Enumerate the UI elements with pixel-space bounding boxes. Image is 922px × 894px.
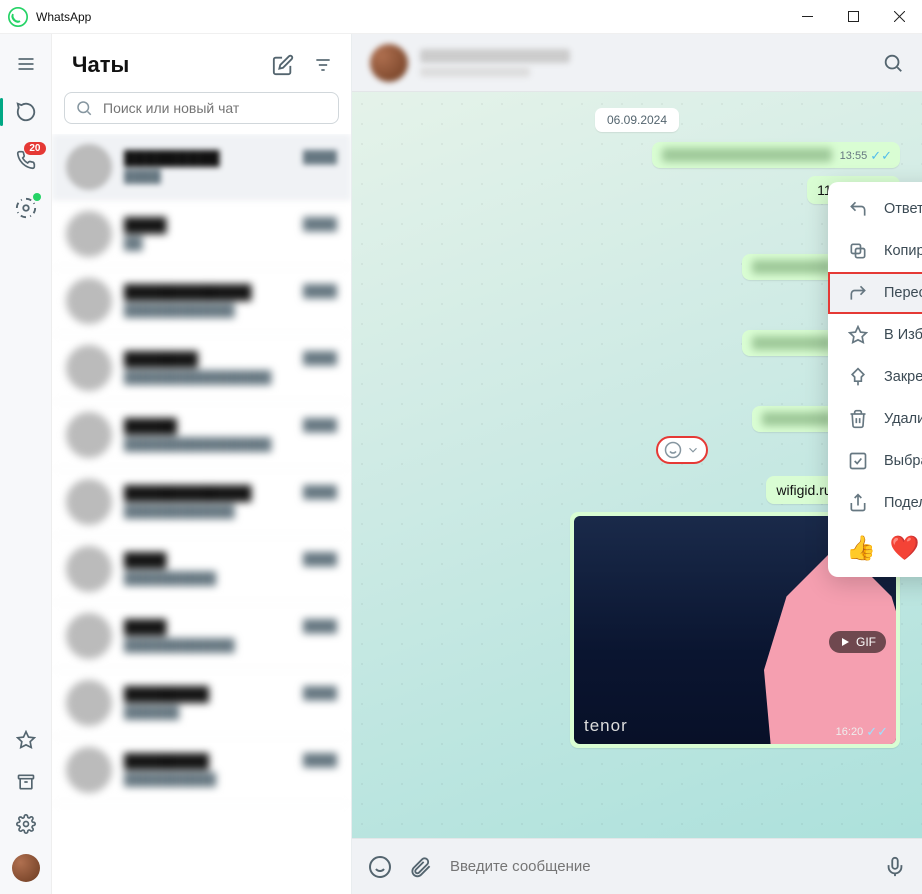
calls-tab-icon[interactable]: 20	[14, 148, 38, 172]
chat-item[interactable]: ████████████████████	[52, 603, 351, 670]
app-title: WhatsApp	[36, 10, 91, 24]
chat-item[interactable]: █████████████████████████	[52, 402, 351, 469]
reaction-heart[interactable]: ❤️	[890, 534, 920, 563]
share-icon	[848, 493, 868, 513]
search-box[interactable]	[64, 92, 339, 124]
reaction-bar: 👍 ❤️ 😂 😮 😢 🙏 ＋	[828, 524, 922, 571]
composer	[352, 838, 922, 894]
window-maximize-button[interactable]	[830, 0, 876, 34]
read-ticks-icon: ✓✓	[870, 149, 892, 162]
message-context-menu: Ответить Копировать Переслать В Избранны…	[828, 182, 922, 577]
menu-item-forward[interactable]: Переслать	[828, 272, 922, 314]
titlebar: WhatsApp	[0, 0, 922, 34]
menu-item-delete[interactable]: Удалить у меня	[828, 398, 922, 440]
menu-item-reply[interactable]: Ответить	[828, 188, 922, 230]
date-pill: 06.09.2024	[595, 108, 679, 132]
menu-item-copy[interactable]: Копировать	[828, 230, 922, 272]
star-icon	[848, 325, 868, 345]
menu-icon[interactable]	[14, 52, 38, 76]
reply-icon	[848, 199, 868, 219]
read-ticks-icon: ✓✓	[866, 725, 888, 738]
search-icon	[75, 99, 93, 117]
chat-header	[352, 34, 922, 92]
menu-item-share[interactable]: Поделиться	[828, 482, 922, 524]
chat-header-info[interactable]	[420, 49, 870, 77]
gif-source-label: tenor	[584, 716, 628, 736]
mic-icon[interactable]	[884, 856, 906, 878]
reaction-thumbsup[interactable]: 👍	[846, 534, 876, 563]
chat-view: 06.09.2024 13:55✓✓ 1117:14✓✓ 15:17✓✓ 13:…	[352, 34, 922, 894]
window-minimize-button[interactable]	[784, 0, 830, 34]
settings-icon[interactable]	[14, 812, 38, 836]
menu-item-pin[interactable]: Закрепить	[828, 356, 922, 398]
filter-icon[interactable]	[311, 53, 335, 77]
pin-icon	[848, 367, 868, 387]
chat-item[interactable]: ██████████████████████	[52, 737, 351, 804]
chat-item[interactable]: ████████████████████████████	[52, 268, 351, 335]
window-close-button[interactable]	[876, 0, 922, 34]
message-input[interactable]	[450, 858, 866, 875]
checkbox-icon	[848, 451, 868, 471]
starred-icon[interactable]	[14, 728, 38, 752]
chat-item[interactable]: ████████████████████████████	[52, 469, 351, 536]
chatlist-title: Чаты	[72, 52, 255, 78]
status-tab-icon[interactable]	[14, 196, 38, 220]
chat-list-panel: Чаты █████████████████ ██████████ ██████…	[52, 34, 352, 894]
chat-items: █████████████████ ██████████ ███████████…	[52, 134, 351, 894]
search-input[interactable]	[103, 100, 328, 116]
emoji-icon[interactable]	[368, 855, 392, 879]
left-rail: 20	[0, 34, 52, 894]
chat-search-icon[interactable]	[882, 52, 904, 74]
chat-item[interactable]: ███████████████████████████	[52, 335, 351, 402]
whatsapp-logo-icon	[8, 7, 28, 27]
trash-icon	[848, 409, 868, 429]
chat-item[interactable]: ██████████████████	[52, 670, 351, 737]
new-chat-icon[interactable]	[271, 53, 295, 77]
smile-icon	[664, 441, 682, 459]
menu-item-star[interactable]: В Избранные	[828, 314, 922, 356]
forward-icon	[848, 283, 868, 303]
profile-avatar[interactable]	[12, 854, 40, 882]
chat-avatar[interactable]	[370, 44, 408, 82]
chat-item[interactable]: ██████████	[52, 201, 351, 268]
menu-item-select[interactable]: Выбрать	[828, 440, 922, 482]
chat-item[interactable]: █████████████████	[52, 134, 351, 201]
chevron-down-icon	[686, 443, 700, 457]
status-unread-dot	[33, 193, 41, 201]
gif-play-pill[interactable]: GIF	[829, 631, 886, 653]
react-button[interactable]	[656, 436, 708, 464]
attach-icon[interactable]	[410, 856, 432, 878]
chat-item[interactable]: ██████████████████	[52, 536, 351, 603]
calls-badge: 20	[24, 142, 45, 155]
chats-tab-icon[interactable]	[14, 100, 38, 124]
copy-icon	[848, 241, 868, 261]
message-bubble[interactable]: 13:55✓✓	[652, 142, 900, 168]
archive-icon[interactable]	[14, 770, 38, 794]
